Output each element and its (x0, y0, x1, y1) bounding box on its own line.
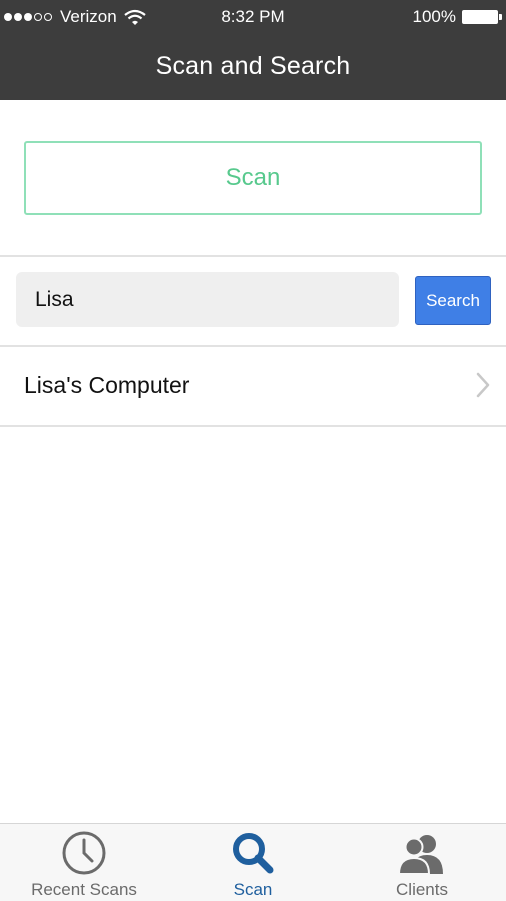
tab-label: Scan (233, 880, 273, 899)
list-item[interactable]: Lisa's Computer (0, 347, 506, 425)
scan-button[interactable]: Scan (24, 141, 482, 215)
chevron-right-icon (476, 372, 490, 398)
tab-bar: Recent Scans Scan Clients (0, 823, 506, 901)
clock-icon (62, 831, 106, 875)
search-button[interactable]: Search (415, 276, 491, 325)
people-icon (397, 835, 443, 875)
list-item-label: Lisa's Computer (24, 372, 190, 398)
nav-bar: Scan and Search (0, 34, 506, 100)
divider (0, 255, 506, 257)
magnifier-icon (233, 833, 274, 874)
divider (0, 425, 506, 427)
tab-label: Recent Scans (31, 880, 137, 899)
battery-icon (462, 10, 502, 24)
tab-recent-scans[interactable]: Recent Scans (0, 824, 168, 901)
page-title: Scan and Search (155, 52, 351, 80)
status-bar: Verizon 8:32 PM 100% (0, 0, 506, 34)
battery-group: 100% (412, 7, 502, 27)
battery-percent: 100% (412, 7, 456, 26)
tab-clients[interactable]: Clients (338, 824, 506, 901)
tab-scan[interactable]: Scan (169, 824, 337, 901)
search-input[interactable] (16, 272, 399, 327)
tab-label: Clients (396, 880, 448, 899)
